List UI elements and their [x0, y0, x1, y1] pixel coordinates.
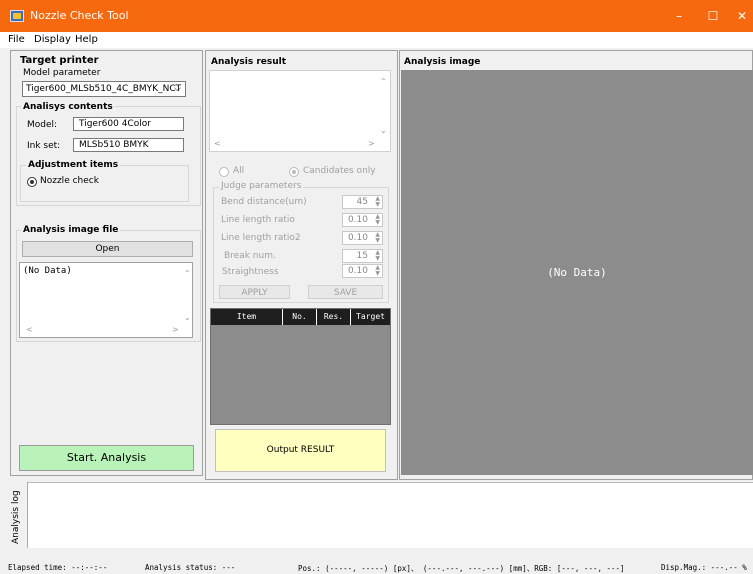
result-scroll-right-icon[interactable]: >: [368, 139, 375, 148]
param-value: 0.10: [347, 215, 368, 225]
param-label: Break num.: [224, 251, 276, 261]
apply-button[interactable]: APPLY: [219, 285, 290, 299]
inkset-field[interactable]: MLSb510 BMYK: [73, 138, 184, 152]
save-button[interactable]: SAVE: [308, 285, 383, 299]
param-label: Bend distance(um): [221, 197, 307, 207]
menu-display[interactable]: Display: [34, 34, 71, 45]
grid-column-header[interactable]: Target: [351, 309, 390, 325]
param-label: Line length ratio: [221, 215, 295, 225]
straightness-spinner[interactable]: 0.10 ▲ ▼: [342, 264, 383, 278]
output-result-button[interactable]: Output RESULT: [215, 429, 386, 472]
radio-all-label: All: [233, 166, 245, 176]
scroll-up-icon[interactable]: ⌃: [184, 269, 191, 278]
analysis-status: Analysis status: ---: [145, 563, 236, 572]
menu-file[interactable]: File: [8, 34, 25, 45]
result-scroll-down-icon[interactable]: ⌄: [380, 126, 387, 135]
position-readout: Pos.: (-----, -----) [px]、 (---.---, ---…: [298, 564, 625, 573]
radio-all[interactable]: [219, 167, 229, 177]
result-scroll-left-icon[interactable]: <: [214, 139, 221, 148]
spinner-arrows-icon[interactable]: ▲ ▼: [375, 250, 380, 262]
param-value: 15: [356, 251, 368, 261]
image-placeholder: (No Data): [547, 266, 607, 279]
analysis-image-heading: Analysis image: [404, 57, 481, 67]
param-value: 0.10: [347, 233, 368, 243]
break-num-spinner[interactable]: 15 ▲ ▼: [342, 249, 383, 263]
result-scroll-up-icon[interactable]: ⌃: [380, 77, 387, 86]
target-printer-heading: Target printer: [20, 55, 99, 66]
param-label: Straightness: [222, 267, 279, 277]
model-parameter-select[interactable]: Tiger600_MLSb510_4C_BMYK_NCT ⌵: [22, 81, 186, 97]
log-tab-strip: Analysis log: [10, 482, 28, 548]
elapsed-time: Elapsed time: --:--:--: [8, 563, 108, 572]
file-list-item: (No Data): [23, 266, 72, 276]
param-label: Line length ratio2: [221, 233, 301, 243]
close-button[interactable]: ✕: [731, 6, 753, 26]
scroll-down-icon[interactable]: ⌄: [184, 313, 191, 322]
scroll-left-icon[interactable]: <: [26, 325, 33, 334]
radio-candidates[interactable]: [289, 167, 299, 177]
model-label: Model:: [27, 120, 58, 130]
param-value: 45: [356, 197, 368, 207]
model-field[interactable]: Tiger600 4Color: [73, 117, 184, 131]
window-title: Nozzle Check Tool: [30, 9, 129, 22]
analysis-contents-heading: Analisys contents: [21, 102, 115, 112]
log-area[interactable]: [10, 482, 753, 548]
minimize-button[interactable]: –: [668, 6, 690, 26]
title-bar: Nozzle Check Tool – ☐ ✕: [0, 0, 753, 32]
menu-help[interactable]: Help: [75, 34, 98, 45]
image-file-heading: Analysis image file: [21, 225, 121, 235]
spinner-arrows-icon[interactable]: ▲ ▼: [375, 265, 380, 277]
result-grid[interactable]: Item No. Res. Target: [210, 308, 391, 425]
model-parameter-label: Model parameter: [23, 68, 101, 78]
display-magnification: Disp.Mag.: ---.-- %: [661, 563, 747, 572]
line-length-ratio2-spinner[interactable]: 0.10 ▲ ▼: [342, 231, 383, 245]
result-list[interactable]: ⌃ ⌄ < >: [209, 70, 391, 152]
spinner-arrows-icon[interactable]: ▲ ▼: [375, 196, 380, 208]
chevron-down-icon: ⌵: [174, 84, 181, 94]
nozzle-check-radio[interactable]: [27, 177, 37, 187]
nozzle-check-label: Nozzle check: [40, 176, 99, 186]
bend-distance-spinner[interactable]: 45 ▲ ▼: [342, 195, 383, 209]
start-analysis-button[interactable]: Start. Analysis: [19, 445, 194, 471]
adjustment-items-heading: Adjustment items: [26, 160, 121, 170]
param-value: 0.10: [347, 266, 368, 276]
spinner-arrows-icon[interactable]: ▲ ▼: [375, 214, 380, 226]
grid-header: Item No. Res. Target: [211, 309, 390, 325]
file-list[interactable]: (No Data) ⌃ ⌄ < >: [19, 262, 193, 338]
spinner-arrows-icon[interactable]: ▲ ▼: [375, 232, 380, 244]
line-length-ratio-spinner[interactable]: 0.10 ▲ ▼: [342, 213, 383, 227]
grid-column-header[interactable]: Res.: [317, 309, 351, 325]
judge-parameters-heading: Judge parameters: [219, 181, 304, 191]
menu-bar: File Display Help: [0, 32, 753, 48]
grid-column-header[interactable]: No.: [283, 309, 317, 325]
app-icon: [10, 10, 24, 22]
analysis-image-area[interactable]: (No Data): [401, 70, 753, 475]
grid-column-header[interactable]: Item: [211, 309, 283, 325]
model-parameter-value: Tiger600_MLSb510_4C_BMYK_NCT: [26, 84, 182, 94]
open-button[interactable]: Open: [22, 241, 193, 257]
inkset-label: Ink set:: [27, 141, 61, 151]
analysis-result-heading: Analysis result: [211, 57, 287, 67]
scroll-right-icon[interactable]: >: [172, 325, 179, 334]
analysis-log-tab[interactable]: Analysis log: [11, 486, 21, 544]
radio-candidates-label: Candidates only: [303, 166, 376, 176]
status-bar: Elapsed time: --:--:-- Analysis status: …: [0, 562, 753, 574]
maximize-button[interactable]: ☐: [702, 6, 724, 26]
